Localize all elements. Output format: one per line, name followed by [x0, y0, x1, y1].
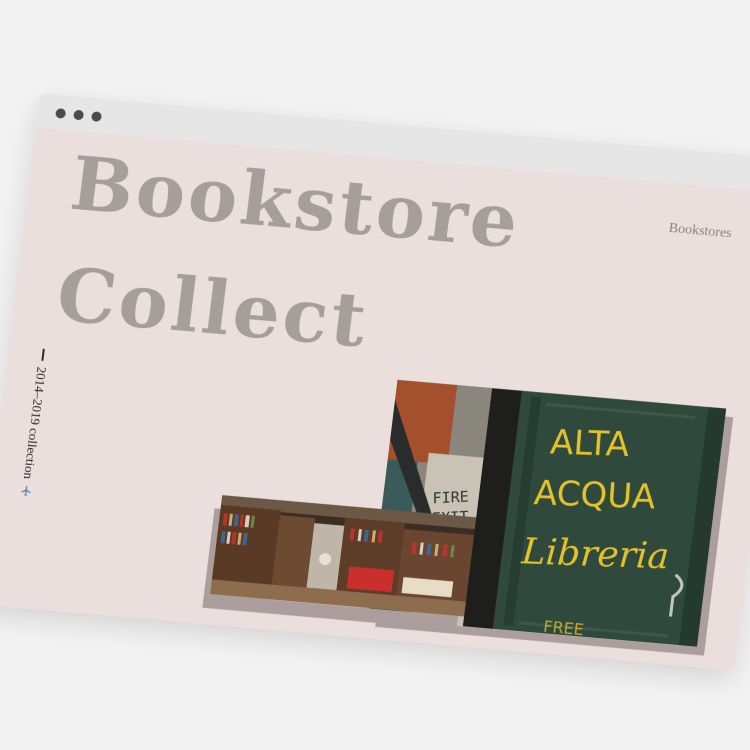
nav-link-bookstores[interactable]: Bookstores	[668, 221, 733, 242]
collection-label: 2014–2019 collection	[10, 348, 52, 548]
libreria-sign: Libreria	[519, 531, 670, 577]
acqua-sign: ACQUA	[533, 473, 657, 517]
browser-window: Bookstore Collect Bookstores 2014–2019 c…	[0, 93, 750, 671]
alta-sign: ALTA	[549, 423, 631, 466]
collection-text: 2014–2019 collection	[20, 366, 50, 480]
window-control-dot[interactable]	[90, 111, 103, 123]
free-sign: FREE	[542, 617, 585, 639]
page-content: Bookstore Collect Bookstores 2014–2019 c…	[0, 127, 750, 671]
bookshop-interior-photo	[210, 495, 477, 617]
divider	[41, 348, 45, 361]
page-title-line-2: Collect	[52, 252, 374, 365]
airplane-icon	[20, 484, 33, 497]
window-control-dot[interactable]	[55, 108, 67, 119]
window-control-dot[interactable]	[72, 109, 85, 121]
fire-exit-sign-line-1: FIRE	[432, 488, 469, 508]
